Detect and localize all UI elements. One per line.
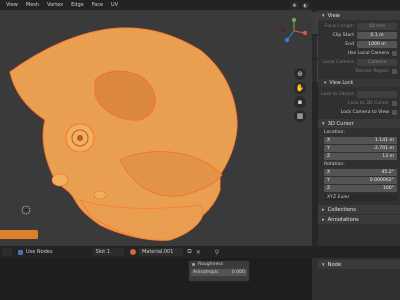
editor-type-icon[interactable] xyxy=(2,248,12,256)
focal-length-field[interactable]: 50 mm xyxy=(357,22,397,30)
3d-cursor-icon xyxy=(21,205,31,215)
slot-dropdown[interactable]: Slot 1 xyxy=(92,248,124,256)
use-local-camera-checkbox[interactable] xyxy=(392,50,397,56)
chevron-right-icon: ▸ xyxy=(322,206,325,213)
location-x-field[interactable]: X 1.141 m xyxy=(324,137,397,144)
menu-face[interactable]: Face xyxy=(88,2,107,8)
local-camera-field[interactable]: Camera xyxy=(357,58,397,66)
menu-edge[interactable]: Edge xyxy=(67,2,88,8)
new-material-icon[interactable]: ⧉ xyxy=(187,248,191,256)
zoom-icon[interactable]: ⊕ xyxy=(294,68,306,80)
navigation-gizmo[interactable] xyxy=(279,16,309,46)
overlay-toggle-icon[interactable]: ◐ xyxy=(301,2,310,10)
pin-icon[interactable]: ⚲ xyxy=(215,249,219,256)
node-editor[interactable]: Roughness Anisotropic 0.000 xyxy=(0,230,312,300)
lock-camera-to-view-checkbox[interactable] xyxy=(392,109,397,115)
socket-dot-icon xyxy=(192,263,195,266)
clip-end-field[interactable]: 1000 m xyxy=(357,40,397,48)
mesh-render xyxy=(9,27,238,241)
tab-view[interactable] xyxy=(312,12,318,34)
3d-viewport[interactable]: ⊕ ✋ ▪ ▦ xyxy=(0,10,312,246)
chevron-down-icon: ▾ xyxy=(322,261,325,268)
clip-end-label: End xyxy=(345,41,354,47)
rotation-mode-dropdown[interactable]: XYZ Euler xyxy=(324,194,397,201)
render-region-label: Render Region xyxy=(355,68,389,74)
grid-icon[interactable]: ▦ xyxy=(294,110,306,122)
pan-hand-icon[interactable]: ✋ xyxy=(294,82,306,94)
viewport-menubar: View Mesh Vertex Edge Face UV xyxy=(0,0,400,10)
tab-item[interactable] xyxy=(312,60,318,82)
render-region-checkbox[interactable] xyxy=(392,68,397,74)
location-label: Location: xyxy=(324,130,345,135)
menu-mesh[interactable]: Mesh xyxy=(22,2,43,8)
chevron-down-icon: ▾ xyxy=(324,80,327,86)
sidebar-npanel: ▾ View Focal Length 50 mm Clip Start 0.1… xyxy=(312,10,400,246)
lock-to-object-field[interactable] xyxy=(357,90,397,98)
use-local-camera-label: Use Local Camera xyxy=(347,50,389,56)
lock-camera-to-view-label: Lock Camera to View xyxy=(340,109,389,115)
roughness-socket-label: Roughness xyxy=(198,262,224,267)
use-nodes-label: Use Nodes xyxy=(26,249,53,255)
clip-start-label: Clip Start xyxy=(332,32,354,38)
camera-icon[interactable]: ▪ xyxy=(294,96,306,108)
cursor-panel-header[interactable]: ▾ 3D Cursor xyxy=(318,119,400,128)
chevron-down-icon: ▾ xyxy=(322,12,325,19)
view-lock-header[interactable]: ▾ View Lock xyxy=(318,79,400,87)
focal-length-label: Focal Length xyxy=(324,23,354,29)
menu-uv[interactable]: UV xyxy=(107,2,122,8)
use-nodes-checkbox[interactable] xyxy=(18,249,23,255)
location-y-field[interactable]: Y -2.701 m xyxy=(324,145,397,152)
material-icon xyxy=(129,249,136,255)
clip-start-field[interactable]: 0.1 m xyxy=(357,31,397,39)
header-tool-buttons: ✥ ◐ xyxy=(290,2,310,10)
rotation-label: Rotation: xyxy=(324,162,345,167)
collections-panel-header[interactable]: ▸ Collections xyxy=(318,205,400,214)
lock-to-3d-cursor-label: Lock to 3D Cursor xyxy=(347,100,389,106)
bsdf-node[interactable]: Roughness Anisotropic 0.000 xyxy=(188,260,250,282)
local-camera-label: Local Camera xyxy=(322,59,354,65)
location-z-field[interactable]: Z 13 m xyxy=(324,153,397,160)
annotations-panel-header[interactable]: ▸ Annotations xyxy=(318,215,400,224)
menu-vertex[interactable]: Vertex xyxy=(43,2,67,8)
node-sidebar: ▾ Node xyxy=(312,258,400,300)
menu-view[interactable]: View xyxy=(0,2,22,8)
node-active-frame[interactable] xyxy=(0,230,38,239)
chevron-down-icon: ▾ xyxy=(322,120,325,127)
rotation-z-field[interactable]: Z 100° xyxy=(324,185,397,192)
node-editor-header: Use Nodes Slot 1 Material.001 ⧉ ✕ ⚲ xyxy=(0,246,400,258)
view-panel-header[interactable]: ▾ View xyxy=(318,11,400,20)
rotation-vector: X 45.2° Y 0.000062° Z 100° xyxy=(324,169,397,192)
node-panel-header[interactable]: ▾ Node xyxy=(318,260,400,269)
rotation-y-field[interactable]: Y 0.000062° xyxy=(324,177,397,184)
lock-to-3d-cursor-checkbox[interactable] xyxy=(392,100,397,106)
anisotropic-field[interactable]: Anisotropic 0.000 xyxy=(191,269,247,276)
unlink-icon[interactable]: ✕ xyxy=(196,249,201,256)
gizmo-toggle-icon[interactable]: ✥ xyxy=(290,2,299,10)
lock-to-object-label: Lock to Object xyxy=(321,91,354,97)
rotation-x-field[interactable]: X 45.2° xyxy=(324,169,397,176)
chevron-right-icon: ▸ xyxy=(322,216,325,223)
sidebar-tabs xyxy=(312,10,318,246)
tab-tool[interactable] xyxy=(312,36,318,58)
location-vector: X 1.141 m Y -2.701 m Z 13 m xyxy=(324,137,397,160)
material-name-field[interactable]: Material.001 xyxy=(138,248,184,256)
